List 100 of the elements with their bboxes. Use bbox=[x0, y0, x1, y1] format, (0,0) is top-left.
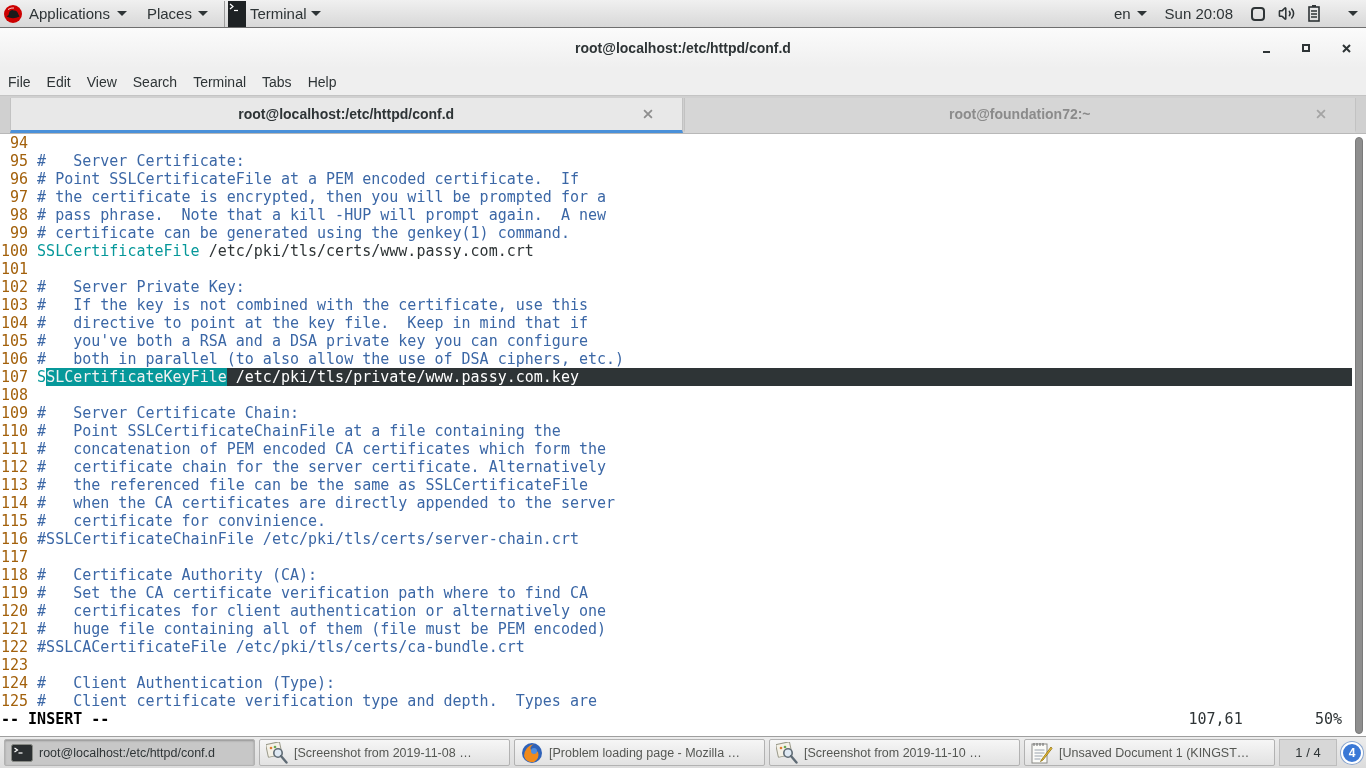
caret-icon bbox=[197, 11, 208, 16]
line-number: 108 bbox=[1, 386, 29, 404]
line-number: 95 bbox=[9, 152, 29, 170]
line-number: 116 bbox=[1, 530, 29, 548]
code-line: # when the CA certificates are directly appended to the server bbox=[37, 494, 616, 512]
line-number: 124 bbox=[1, 674, 29, 692]
line-number: 98 bbox=[9, 206, 29, 224]
workspace-indicator[interactable]: 1 / 4 bbox=[1279, 739, 1337, 766]
code-line: # pass phrase. Note that a kill -HUP will prompt again. A new bbox=[37, 206, 607, 224]
terminal-icon bbox=[227, 0, 246, 27]
line-number: 114 bbox=[1, 494, 29, 512]
applications-menu[interactable]: Applications bbox=[4, 0, 137, 27]
line-number: 105 bbox=[1, 332, 29, 350]
caret-icon bbox=[1136, 11, 1147, 16]
menu-item[interactable]: Terminal bbox=[185, 68, 255, 95]
code-line: # certificate for convinience. bbox=[37, 512, 327, 530]
window-title: root@localhost:/etc/httpd/conf.d bbox=[575, 40, 791, 56]
code-line: # certificate can be generated using the genkey(1) command. bbox=[37, 224, 570, 242]
code-line: #SSLCACertificateFile /etc/pki/tls/certs/ca-bundle.crt bbox=[37, 638, 525, 656]
terminal-icon bbox=[11, 743, 33, 762]
line-number: 96 bbox=[9, 170, 29, 188]
code-line: # Server Certificate Chain: bbox=[37, 404, 299, 422]
close-icon bbox=[1316, 109, 1326, 119]
line-number: 122 bbox=[1, 638, 29, 656]
keyboard-layout-menu[interactable]: en bbox=[1103, 0, 1155, 27]
search-highlight: SLCertificateKeyFile bbox=[46, 368, 227, 386]
code-line: # the referenced file can be the same as SSLCertificateFile bbox=[37, 476, 588, 494]
maximize-icon bbox=[1302, 44, 1310, 52]
line-number: 104 bbox=[1, 314, 29, 332]
cursor-position: 107,61 bbox=[1188, 710, 1243, 728]
taskbar-window-button[interactable]: root@localhost:/etc/httpd/conf.d bbox=[4, 739, 255, 766]
window-icon bbox=[1251, 6, 1265, 21]
line-number: 119 bbox=[1, 584, 29, 602]
code-line: # huge file containing all of them (file must be PEM encoded) bbox=[37, 620, 607, 638]
tab-close-button[interactable] bbox=[641, 108, 654, 120]
code-line: # the certificate is encrypted, then you will be prompted for a bbox=[37, 188, 607, 206]
taskbar-window-button[interactable]: [Problem loading page - Mozilla … bbox=[514, 739, 765, 766]
code-line: # both in parallel (to also allow the use of DSA ciphers, etc.) bbox=[37, 350, 625, 368]
line-number: 125 bbox=[1, 692, 29, 710]
taskbar-window-button[interactable]: [Unsaved Document 1 (KINGST… bbox=[1024, 739, 1275, 766]
line-number: 103 bbox=[1, 296, 29, 314]
menu-item[interactable]: File bbox=[0, 68, 39, 95]
line-number: 107 bbox=[1, 368, 29, 386]
code-line: SSLCertificateFile /etc/pki/tls/certs/www.passy.com.crt bbox=[37, 242, 534, 260]
line-number: 100 bbox=[1, 242, 29, 260]
selected-text: /etc/pki/tls/private/www.passy.com.key bbox=[226, 368, 1352, 386]
code-line: # Point SSLCertificateChainFile at a file containing the bbox=[37, 422, 561, 440]
code-line: # you've both a RSA and a DSA private key you can configure bbox=[37, 332, 588, 350]
caret-icon bbox=[1348, 11, 1358, 16]
line-number: 101 bbox=[1, 260, 29, 278]
line-number: 102 bbox=[1, 278, 29, 296]
scroll-percentage: 50% bbox=[1314, 710, 1342, 728]
line-number: 120 bbox=[1, 602, 29, 620]
clock[interactable]: Sun 20:08 bbox=[1154, 0, 1247, 27]
line-number: 117 bbox=[1, 548, 29, 566]
line-number: 123 bbox=[1, 656, 29, 674]
menu-item[interactable]: View bbox=[78, 68, 125, 95]
code-line: # Server Private Key: bbox=[37, 278, 245, 296]
caret-icon bbox=[310, 11, 321, 16]
mode-indicator: -- INSERT -- bbox=[1, 710, 110, 728]
app-menu[interactable]: Terminal bbox=[227, 0, 331, 27]
line-number: 112 bbox=[1, 458, 29, 476]
places-menu[interactable]: Places bbox=[136, 0, 218, 27]
code-line: # Client certificate verification type and depth. Types are bbox=[37, 692, 597, 710]
globe-icon bbox=[521, 741, 543, 764]
taskbar-window-button[interactable]: [Screenshot from 2019-11-10 … bbox=[769, 739, 1020, 766]
code-line: # certificate chain for the server certificate. Alternatively bbox=[37, 458, 607, 476]
scrollbar-thumb[interactable] bbox=[1355, 137, 1363, 734]
code-line: # Set the CA certificate verification path where to find CA bbox=[37, 584, 588, 602]
hat-logo-icon bbox=[4, 4, 22, 23]
code-line: # concatenation of PEM encoded CA certificates which form the bbox=[37, 440, 607, 458]
menu-item[interactable]: Edit bbox=[38, 68, 79, 95]
code-line: #SSLCertificateChainFile /etc/pki/tls/certs/server-chain.crt bbox=[37, 530, 579, 548]
speaker-icon bbox=[1278, 5, 1295, 22]
tab-close-button[interactable] bbox=[1315, 108, 1327, 120]
battery-icon bbox=[1308, 5, 1320, 22]
code-line: # directive to point at the key file. Keep in mind that if bbox=[37, 314, 588, 332]
tab[interactable]: root@localhost:/etc/httpd/conf.d bbox=[10, 98, 683, 133]
notification-count[interactable]: 4 bbox=[1341, 741, 1363, 764]
line-number: 111 bbox=[1, 440, 29, 458]
code-line: # If the key is not combined with the certificate, use this bbox=[37, 296, 588, 314]
caret-icon bbox=[116, 11, 127, 16]
close-icon bbox=[642, 109, 653, 119]
code-line: # Client Authentication (Type): bbox=[37, 674, 336, 692]
line-number: 94 bbox=[9, 134, 29, 152]
line-number: 121 bbox=[1, 620, 29, 638]
line-number: 99 bbox=[9, 224, 29, 242]
code-keyword: S bbox=[37, 368, 47, 386]
code-line: # Certificate Authority (CA): bbox=[37, 566, 318, 584]
menu-item[interactable]: Help bbox=[299, 68, 345, 95]
line-number: 118 bbox=[1, 566, 29, 584]
line-number: 97 bbox=[9, 188, 29, 206]
line-number: 113 bbox=[1, 476, 29, 494]
close-icon bbox=[1341, 43, 1351, 53]
menu-item[interactable]: Search bbox=[124, 68, 186, 95]
image-magnifier-icon bbox=[266, 741, 288, 764]
line-number: 106 bbox=[1, 350, 29, 368]
menu-item[interactable]: Tabs bbox=[254, 68, 300, 95]
minimize-icon bbox=[1262, 51, 1270, 53]
taskbar-window-button[interactable]: [Screenshot from 2019-11-08 … bbox=[259, 739, 510, 766]
